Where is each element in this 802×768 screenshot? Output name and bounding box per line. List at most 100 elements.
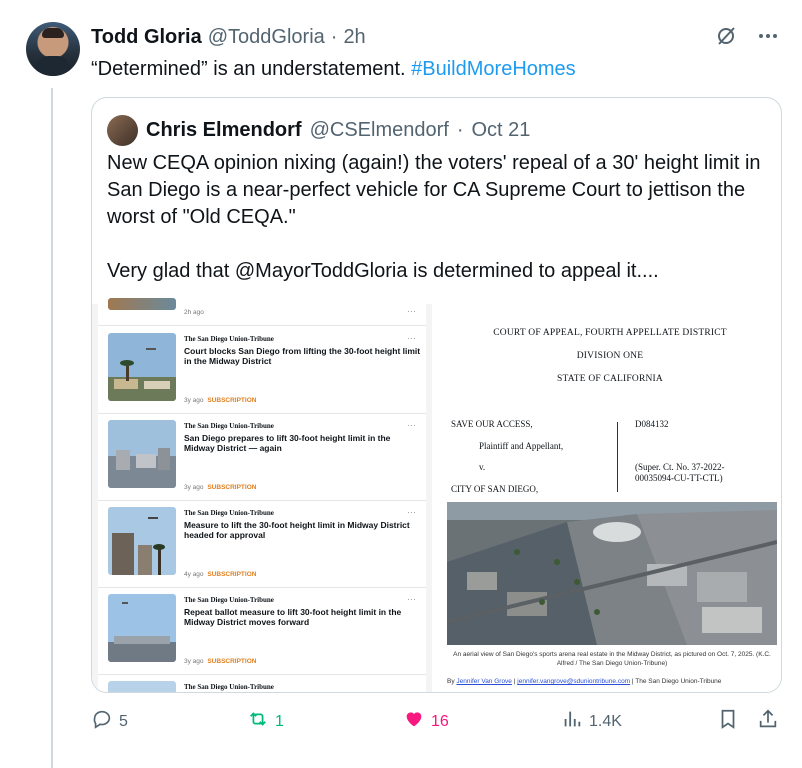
- news-headline: San Diego prepares to lift 30-foot heigh…: [184, 433, 391, 453]
- avatar-suit: [36, 56, 70, 76]
- news-source: The San Diego Union-Tribune: [184, 422, 274, 430]
- news-meta: 2h ago: [184, 309, 204, 316]
- news-label: SUBSCRIPTION: [207, 658, 257, 665]
- more-dots-icon: ···: [407, 420, 416, 430]
- like-count: 16: [431, 712, 449, 730]
- byline-publisher: | The San Diego Union-Tribune: [631, 678, 722, 685]
- list-item: The San Diego Union-Tribune Measure to l…: [98, 501, 426, 588]
- news-label: SUBSCRIPTION: [207, 571, 257, 578]
- quote-media[interactable]: 2h ago ··· The San Diego Union-Tribune C…: [92, 298, 781, 692]
- news-age: 3y ago: [184, 658, 204, 665]
- reply-icon: [91, 708, 113, 735]
- quote-author-name[interactable]: Chris Elmendorf: [146, 119, 302, 142]
- quote-separator: ·: [456, 119, 464, 141]
- doc-super-ct: (Super. Ct. No. 37-2022-: [635, 462, 725, 472]
- views-count: 1.4K: [589, 712, 622, 730]
- author-handle[interactable]: @ToddGloria: [208, 26, 325, 49]
- doc-plaintiff-role: Plaintiff and Appellant,: [479, 441, 564, 451]
- share-button[interactable]: [757, 708, 779, 735]
- tweet-top-icons: [714, 24, 780, 53]
- quote-author-avatar[interactable]: [107, 115, 138, 146]
- news-source: The San Diego Union-Tribune: [184, 596, 274, 604]
- news-meta: 3y ago SUBSCRIPTION: [184, 397, 256, 404]
- tweet-header: Todd Gloria @ToddGloria · 2h: [91, 26, 366, 49]
- repost-button[interactable]: 1: [247, 708, 284, 735]
- news-headline: Repeat ballot measure to lift 30-foot he…: [184, 607, 402, 627]
- author-name[interactable]: Todd Gloria: [91, 26, 202, 49]
- doc-plaintiff: SAVE OUR ACCESS,: [451, 419, 533, 429]
- list-item: The San Diego Union-Tribune Repeat ballo…: [98, 588, 426, 675]
- more-dots-icon[interactable]: [756, 24, 780, 53]
- news-headline: Court blocks San Diego from lifting the …: [184, 346, 421, 366]
- share-icon: [757, 708, 779, 735]
- doc-super-ct-2: 00035094-CU-TT-CTL): [635, 473, 723, 483]
- doc-case-no: D084132: [635, 419, 669, 429]
- more-dots-icon: ···: [407, 306, 416, 316]
- byline: By Jennifer Van Grove | jennifer.vangrov…: [447, 678, 777, 685]
- news-meta: 3y ago SUBSCRIPTION: [184, 658, 256, 665]
- tweet-text: “Determined” is an understatement. #Buil…: [91, 55, 576, 83]
- reply-count: 5: [119, 712, 128, 730]
- quote-text: New CEQA opinion nixing (again!) the vot…: [107, 152, 761, 282]
- byline-by: By: [447, 678, 455, 685]
- list-item: The San Diego Union-Tribune: [98, 675, 426, 692]
- list-item: The San Diego Union-Tribune San Diego pr…: [98, 414, 426, 501]
- email-link: jennifer.vangrove@sduniontribune.com: [517, 678, 631, 685]
- doc-divider: [617, 422, 618, 492]
- news-thumbnail: [108, 333, 176, 401]
- quote-author-handle[interactable]: @CSElmendorf: [310, 119, 449, 142]
- news-meta: 4y ago SUBSCRIPTION: [184, 571, 256, 578]
- tweet-time[interactable]: 2h: [343, 26, 365, 49]
- news-source: The San Diego Union-Tribune: [184, 335, 274, 343]
- aerial-photo: [447, 502, 777, 645]
- like-button[interactable]: 16: [403, 708, 449, 735]
- more-dots-icon: ···: [407, 507, 416, 517]
- list-item: The San Diego Union-Tribune Court blocks…: [98, 327, 426, 414]
- news-source: The San Diego Union-Tribune: [184, 509, 274, 517]
- slash-circle-icon[interactable]: [714, 24, 738, 53]
- quote-time[interactable]: Oct 21: [472, 119, 531, 142]
- bookmark-button[interactable]: [717, 708, 739, 735]
- news-screenshot: 2h ago ··· The San Diego Union-Tribune C…: [92, 298, 432, 692]
- heart-icon: [403, 708, 425, 735]
- quoted-tweet[interactable]: Chris Elmendorf @CSElmendorf · Oct 21 Ne…: [91, 97, 782, 693]
- news-thumbnail: [108, 420, 176, 488]
- avatar-hair: [42, 28, 64, 38]
- doc-division: DIVISION ONE: [576, 351, 644, 361]
- news-thumbnail: [108, 298, 176, 310]
- author-avatar[interactable]: [26, 22, 80, 76]
- list-item: 2h ago ···: [98, 284, 426, 326]
- news-thumbnail: [108, 507, 176, 575]
- thread-line: [51, 88, 53, 768]
- more-dots-icon: ···: [407, 594, 416, 604]
- news-headline: Measure to lift the 30-foot height limit…: [184, 520, 410, 540]
- byline-separator: |: [513, 678, 516, 685]
- news-label: SUBSCRIPTION: [207, 484, 257, 491]
- bookmark-icon: [717, 708, 739, 735]
- doc-defendant: CITY OF SAN DIEGO,: [451, 484, 539, 494]
- doc-versus: v.: [479, 462, 486, 472]
- tweet-actions: 5 1 16 1.4K: [91, 708, 791, 738]
- news-age: 4y ago: [184, 571, 204, 578]
- repost-count: 1: [275, 712, 284, 730]
- tweet-body: “Determined” is an understatement.: [91, 58, 406, 80]
- author-link: Jennifer Van Grove: [456, 678, 512, 685]
- news-label: SUBSCRIPTION: [207, 397, 257, 404]
- news-meta: 3y ago SUBSCRIPTION: [184, 484, 256, 491]
- news-thumbnail: [108, 681, 176, 692]
- more-dots-icon: ···: [407, 333, 416, 343]
- news-source: The San Diego Union-Tribune: [184, 683, 274, 691]
- repost-icon: [247, 708, 269, 735]
- news-age: 3y ago: [184, 484, 204, 491]
- doc-court: COURT OF APPEAL, FOURTH APPELLATE DISTRI…: [493, 328, 727, 338]
- reply-button[interactable]: 5: [91, 708, 128, 735]
- doc-state: STATE OF CALIFORNIA: [557, 374, 663, 384]
- news-thumbnail: [108, 594, 176, 662]
- hashtag-link[interactable]: #BuildMoreHomes: [411, 58, 576, 80]
- court-document: COURT OF APPEAL, FOURTH APPELLATE DISTRI…: [437, 304, 781, 692]
- quote-header: Chris Elmendorf @CSElmendorf · Oct 21: [107, 115, 530, 146]
- photo-caption: An aerial view of San Diego's sports are…: [453, 651, 771, 667]
- views-icon: [561, 708, 583, 735]
- news-age: 3y ago: [184, 397, 204, 404]
- views-button[interactable]: 1.4K: [561, 708, 622, 735]
